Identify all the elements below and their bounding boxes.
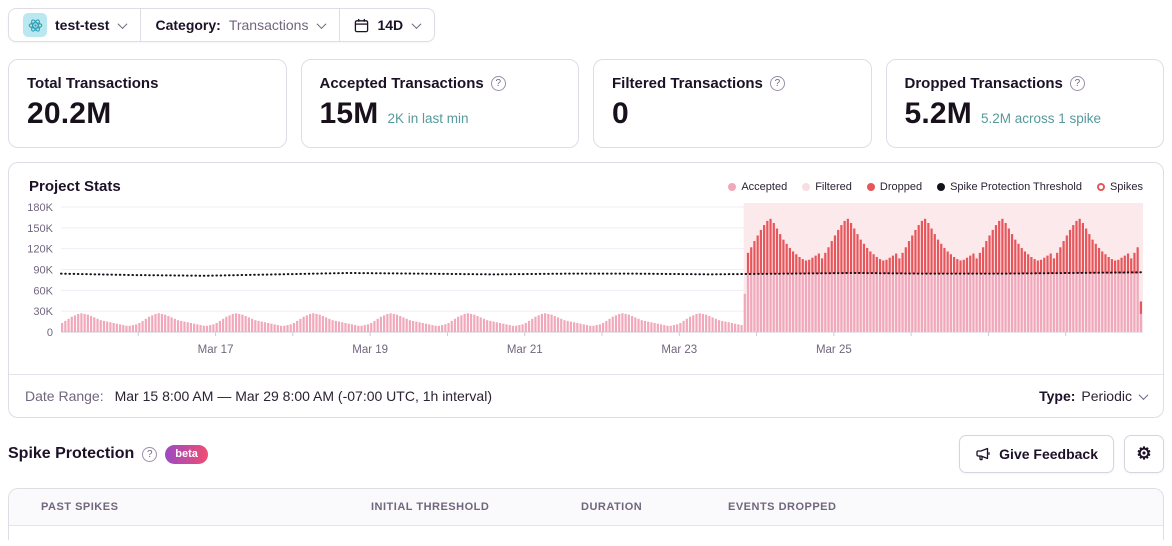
period-value: 14D	[377, 17, 404, 33]
card-value: 5.2M	[904, 97, 972, 130]
date-range-label: Date Range:	[25, 388, 104, 404]
question-circle-icon[interactable]: ?	[490, 76, 506, 91]
legend-dot-icon	[937, 182, 946, 191]
settings-button[interactable]: ⚙	[1124, 435, 1164, 473]
column-initial-threshold: INITIAL THRESHOLD	[371, 501, 490, 513]
card-value: 15M	[319, 97, 379, 130]
chart-footer: Date Range: Mar 15 8:00 AM — Mar 29 8:00…	[9, 374, 1163, 417]
project-name: test-test	[55, 17, 110, 33]
react-atom-icon	[28, 18, 42, 32]
gear-icon: ⚙	[1136, 444, 1152, 463]
card-subvalue: 2K in last min	[387, 110, 469, 126]
table-row	[9, 526, 1163, 540]
question-circle-icon[interactable]: ?	[769, 76, 785, 91]
category-selector[interactable]: Category: Transactions	[140, 9, 339, 41]
filter-bar: test-test Category: Transactions 14D	[8, 8, 436, 42]
card-title: Total Transactions	[27, 75, 159, 92]
chevron-down-icon	[118, 18, 128, 29]
column-past-spikes: PAST SPIKES	[41, 501, 119, 513]
give-feedback-button[interactable]: Give Feedback	[959, 435, 1114, 473]
legend-ring-icon	[1096, 182, 1105, 191]
project-stats-chart[interactable]: 0 30K 60K 90K 120K 150K 180K Mar 17 Mar 19 Mar 21…	[15, 197, 1157, 369]
card-title: Accepted Transactions	[319, 75, 484, 92]
card-value: 20.2M	[27, 97, 112, 130]
legend-dot-icon	[728, 182, 737, 191]
question-circle-icon[interactable]: ?	[142, 446, 158, 462]
card-title: Dropped Transactions	[904, 75, 1063, 92]
legend-item[interactable]: Spikes	[1096, 180, 1143, 193]
column-events-dropped: EVENTS DROPPED	[728, 501, 837, 513]
svg-text:30K: 30K	[33, 306, 53, 318]
project-stats-panel: Project Stats Accepted Filtered Dropped Spi…	[8, 162, 1164, 418]
question-circle-icon[interactable]: ?	[1069, 76, 1085, 91]
chevron-down-icon	[411, 18, 422, 29]
svg-text:Mar 25: Mar 25	[816, 344, 852, 356]
svg-text:90K: 90K	[33, 265, 53, 277]
svg-text:150K: 150K	[27, 223, 53, 235]
chart-legend: Accepted Filtered Dropped Spike Protection …	[728, 181, 1143, 193]
card-dropped-transactions: Dropped Transactions ? 5.2M 5.2M across …	[885, 59, 1164, 148]
legend-label: Dropped	[879, 180, 923, 193]
period-selector[interactable]: 14D	[339, 9, 434, 41]
legend-label: Filtered	[815, 180, 852, 193]
legend-item[interactable]: Spike Protection Threshold	[937, 181, 1082, 193]
category-label: Category:	[155, 17, 221, 33]
svg-text:180K: 180K	[27, 202, 53, 214]
column-duration: DURATION	[581, 501, 643, 513]
chevron-down-icon	[317, 18, 327, 29]
chevron-down-icon	[1138, 389, 1149, 400]
section-title: Spike Protection	[8, 445, 135, 462]
give-feedback-label: Give Feedback	[999, 446, 1098, 462]
legend-item[interactable]: Filtered	[802, 181, 852, 193]
project-avatar	[23, 13, 47, 37]
svg-text:Mar 19: Mar 19	[352, 344, 388, 356]
svg-text:0: 0	[47, 327, 53, 339]
legend-dot-icon	[866, 182, 875, 191]
megaphone-icon	[976, 447, 990, 461]
card-subvalue: 5.2M across 1 spike	[981, 110, 1102, 126]
stat-cards: Total Transactions 20.2M Accepted Transa…	[8, 59, 1164, 148]
card-value: 0	[612, 97, 629, 130]
svg-text:Mar 23: Mar 23	[661, 344, 697, 356]
usage-stats-page: test-test Category: Transactions 14D Tot…	[0, 0, 1172, 546]
spike-protection-header: Spike Protection ? beta Give Feedback ⚙	[8, 435, 1164, 473]
card-total-transactions: Total Transactions 20.2M	[8, 59, 287, 148]
legend-item[interactable]: Dropped	[866, 180, 923, 193]
chart-title: Project Stats	[29, 178, 121, 195]
legend-item[interactable]: Accepted	[728, 181, 787, 193]
category-value: Transactions	[228, 17, 309, 33]
beta-badge: beta	[165, 444, 208, 464]
legend-label: Spikes	[1109, 180, 1143, 193]
project-selector[interactable]: test-test	[9, 9, 140, 41]
legend-dot-icon	[802, 182, 811, 191]
card-filtered-transactions: Filtered Transactions ? 0	[593, 59, 872, 148]
svg-text:60K: 60K	[33, 285, 53, 297]
past-spikes-table: PAST SPIKES INITIAL THRESHOLD DURATION E…	[8, 488, 1164, 540]
date-range-value: Mar 15 8:00 AM — Mar 29 8:00 AM (-07:00 …	[114, 388, 492, 404]
svg-text:Mar 17: Mar 17	[198, 344, 234, 356]
card-title: Filtered Transactions	[612, 75, 763, 92]
type-value: Periodic	[1081, 388, 1132, 404]
type-label: Type:	[1039, 388, 1076, 404]
svg-text:120K: 120K	[27, 244, 53, 256]
legend-label: Accepted	[741, 180, 788, 193]
type-selector[interactable]: Type: Periodic	[1039, 388, 1149, 404]
card-accepted-transactions: Accepted Transactions ? 15M 2K in last m…	[300, 59, 579, 148]
calendar-icon	[354, 18, 369, 33]
legend-label: Spike Protection Threshold	[950, 180, 1082, 193]
svg-text:Mar 21: Mar 21	[507, 344, 543, 356]
table-header-row: PAST SPIKES INITIAL THRESHOLD DURATION E…	[9, 489, 1163, 526]
